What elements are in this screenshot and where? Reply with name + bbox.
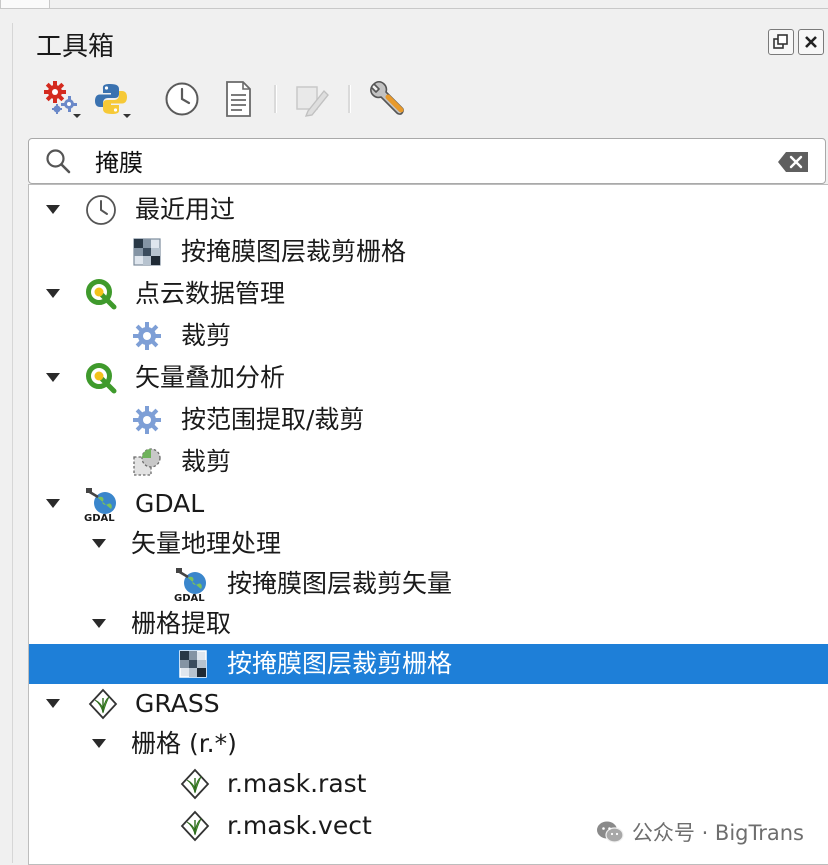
tree-subgroup-raster-extraction[interactable]: 栅格提取 xyxy=(29,604,828,644)
python-icon xyxy=(95,84,131,118)
tree-group-label: GRASS xyxy=(135,689,220,718)
toolbox-toolbar xyxy=(22,77,828,125)
tree-group-pointcloud[interactable]: 点云数据管理 xyxy=(29,274,828,314)
history-button[interactable] xyxy=(160,77,204,121)
edit-features-button[interactable] xyxy=(290,77,334,121)
collapse-arrow-icon[interactable] xyxy=(46,699,60,708)
history-icon xyxy=(165,82,199,116)
processing-toolbox-panel: 工具箱 掩膜 最近用过 按掩膜图层裁剪栅格 点云数据管理 裁剪 矢量叠加分析 按… xyxy=(22,15,828,865)
tree-item-vector-clip[interactable]: 裁剪 xyxy=(29,442,828,482)
tree-subgroup-vector-geoprocessing[interactable]: 矢量地理处理 xyxy=(29,524,828,564)
qgis-logo-icon xyxy=(86,363,117,394)
clear-search-icon[interactable] xyxy=(777,151,809,173)
gdal-logo-icon: GDAL xyxy=(174,568,206,604)
tree-item-label: 裁剪 xyxy=(181,321,232,350)
left-dock-rule xyxy=(12,23,13,863)
models-icon xyxy=(44,81,81,118)
tree-item-clip-vector-by-mask[interactable]: GDAL 按掩膜图层裁剪矢量 xyxy=(29,564,828,604)
tree-group-gdal[interactable]: GDAL GDAL xyxy=(29,484,828,524)
tree-item-label: r.mask.rast xyxy=(227,769,367,798)
close-panel-button[interactable] xyxy=(798,29,824,55)
search-input[interactable] xyxy=(95,143,755,177)
collapse-arrow-icon[interactable] xyxy=(46,373,60,382)
svg-text:GDAL: GDAL xyxy=(84,513,115,524)
tree-group-label: 栅格 (r.*) xyxy=(131,729,237,758)
tree-group-grass[interactable]: GRASS xyxy=(29,684,828,724)
tree-group-recent[interactable]: 最近用过 xyxy=(29,190,828,230)
models-button[interactable] xyxy=(40,77,84,121)
algorithm-tree: 最近用过 按掩膜图层裁剪栅格 点云数据管理 裁剪 矢量叠加分析 按范围提取/裁剪 xyxy=(28,184,828,865)
toolbar-separator xyxy=(274,85,277,113)
collapse-arrow-icon[interactable] xyxy=(46,205,60,214)
tree-item-pointcloud-clip[interactable]: 裁剪 xyxy=(29,316,828,356)
gdal-logo-icon: GDAL xyxy=(84,488,116,524)
tree-group-label: 点云数据管理 xyxy=(135,279,286,308)
results-viewer-icon xyxy=(226,81,251,117)
tree-group-label: GDAL xyxy=(135,489,205,518)
top-tab-stub[interactable] xyxy=(0,0,50,9)
results-viewer-button[interactable] xyxy=(216,77,260,121)
panel-title: 工具箱 xyxy=(36,32,115,62)
close-icon xyxy=(805,36,817,48)
tree-item-r-mask-rast[interactable]: r.mask.rast xyxy=(29,764,828,804)
algorithm-gear-icon xyxy=(133,322,161,350)
watermark: 公众号 · BigTrans xyxy=(596,817,804,847)
search-box xyxy=(28,138,826,184)
collapse-arrow-icon[interactable] xyxy=(92,539,106,548)
collapse-arrow-icon[interactable] xyxy=(46,289,60,298)
edit-features-icon xyxy=(296,86,329,117)
toolbar-separator xyxy=(348,85,351,113)
grass-logo-icon xyxy=(180,768,210,800)
clock-icon xyxy=(86,195,116,225)
options-button[interactable] xyxy=(364,77,408,121)
tree-item-clip-raster-by-mask-selected[interactable]: 按掩膜图层裁剪栅格 xyxy=(29,644,828,684)
python-button[interactable] xyxy=(90,77,134,121)
grass-logo-icon xyxy=(88,688,118,720)
search-icon xyxy=(46,149,71,174)
tree-item-label: 按掩膜图层裁剪栅格 xyxy=(181,237,407,266)
tree-group-label: 栅格提取 xyxy=(131,609,232,638)
top-divider xyxy=(48,8,828,9)
collapse-arrow-icon[interactable] xyxy=(92,739,106,748)
tree-item-label: r.mask.vect xyxy=(227,811,372,840)
tree-item-extract-clip-by-extent[interactable]: 按范围提取/裁剪 xyxy=(29,400,828,440)
tree-group-label: 矢量地理处理 xyxy=(131,529,282,558)
tree-item-recent-clip-raster[interactable]: 按掩膜图层裁剪栅格 xyxy=(29,232,828,272)
top-strip xyxy=(0,0,828,15)
tree-group-label: 矢量叠加分析 xyxy=(135,363,286,392)
tree-item-label: 裁剪 xyxy=(181,447,232,476)
tree-item-label: 按范围提取/裁剪 xyxy=(181,405,365,434)
tree-item-label: 按掩膜图层裁剪矢量 xyxy=(227,569,453,598)
tree-group-vector-overlay[interactable]: 矢量叠加分析 xyxy=(29,358,828,398)
tree-item-label: 按掩膜图层裁剪栅格 xyxy=(227,649,453,678)
wechat-icon xyxy=(596,821,624,843)
tree-group-label: 最近用过 xyxy=(135,195,236,224)
algorithm-gear-icon xyxy=(133,406,161,434)
float-panel-button[interactable] xyxy=(768,29,794,55)
tree-subgroup-grass-raster[interactable]: 栅格 (r.*) xyxy=(29,724,828,764)
left-dock-edge xyxy=(0,15,22,863)
grass-logo-icon xyxy=(180,810,210,842)
collapse-arrow-icon[interactable] xyxy=(92,619,106,628)
raster-clip-icon xyxy=(133,238,161,266)
qgis-logo-icon xyxy=(86,279,117,310)
float-window-icon xyxy=(773,34,788,49)
collapse-arrow-icon[interactable] xyxy=(46,499,60,508)
wrench-icon xyxy=(370,80,404,115)
watermark-text: 公众号 · BigTrans xyxy=(631,821,804,845)
vector-clip-icon xyxy=(133,448,161,476)
raster-clip-icon xyxy=(179,650,207,678)
svg-text:GDAL: GDAL xyxy=(174,593,205,604)
